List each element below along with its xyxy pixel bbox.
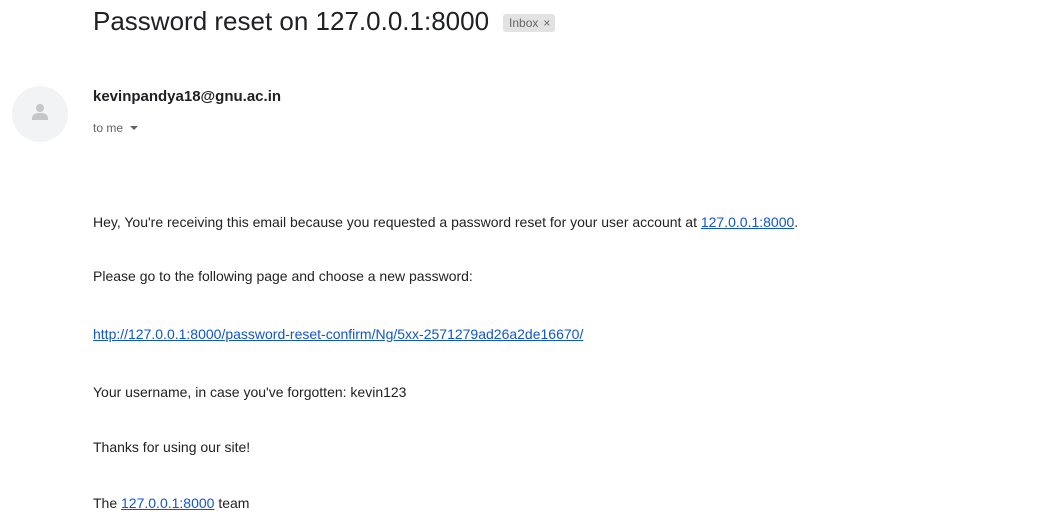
subject-row: Password reset on 127.0.0.1:8000 Inbox × — [93, 6, 556, 37]
signature-prefix: The — [93, 495, 122, 511]
body-line-thanks: Thanks for using our site! — [93, 439, 251, 455]
sender-avatar[interactable] — [12, 86, 68, 142]
site-link-signature[interactable]: 127.0.0.1:8000 — [121, 495, 214, 511]
signature-suffix: team — [214, 495, 250, 511]
intro-text: Hey, You're receiving this email because… — [93, 214, 701, 230]
default-person-icon — [32, 104, 48, 120]
caret-down-icon[interactable] — [130, 126, 139, 130]
body-line-signature: The 127.0.0.1:8000 team — [93, 495, 249, 511]
recipient-text: to me — [93, 121, 124, 135]
body-line-intro: Hey, You're receiving this email because… — [93, 214, 798, 230]
password-reset-link[interactable]: http://127.0.0.1:8000/password-reset-con… — [93, 326, 583, 342]
body-line-instruction: Please go to the following page and choo… — [93, 268, 473, 284]
email-subject: Password reset on 127.0.0.1:8000 — [93, 6, 490, 36]
email-view: Password reset on 127.0.0.1:8000 Inbox ×… — [0, 0, 1039, 516]
label-chip-text: Inbox — [509, 15, 539, 30]
body-line-reset-link: http://127.0.0.1:8000/password-reset-con… — [93, 326, 583, 342]
recipient-details-toggle[interactable]: to me — [93, 121, 139, 135]
inbox-label-chip[interactable]: Inbox × — [503, 13, 556, 32]
intro-period: . — [794, 214, 799, 230]
sender-email[interactable]: kevinpandya18@gnu.ac.in — [93, 88, 281, 105]
site-link-intro[interactable]: 127.0.0.1:8000 — [701, 214, 794, 230]
body-line-username: Your username, in case you've forgotten:… — [93, 384, 407, 400]
close-icon[interactable]: × — [543, 16, 550, 30]
